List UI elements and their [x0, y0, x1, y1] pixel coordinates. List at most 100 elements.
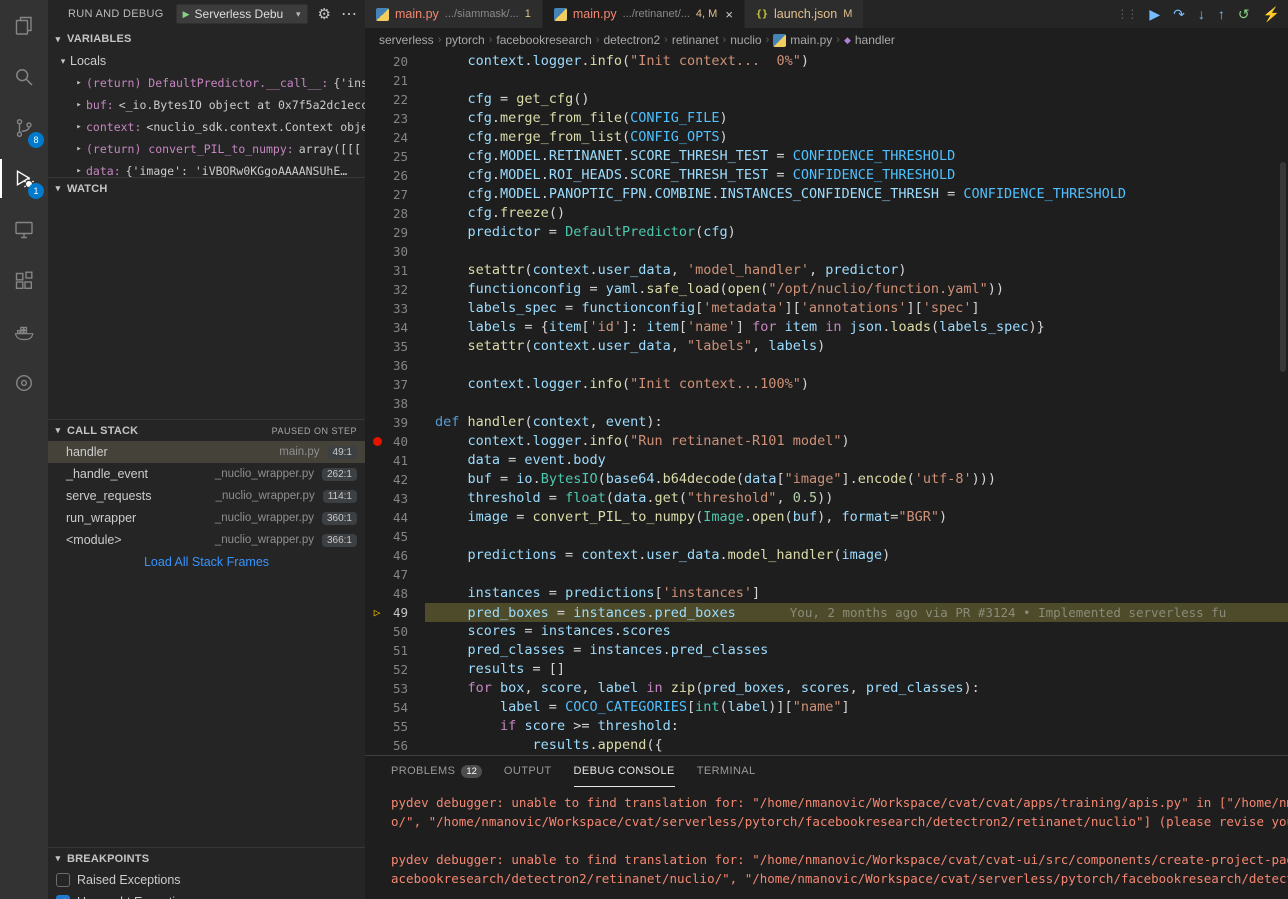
- code-line[interactable]: 28 cfg.freeze(): [365, 204, 1288, 223]
- code-line[interactable]: 53 for box, score, label in zip(pred_box…: [365, 679, 1288, 698]
- code-line[interactable]: 26 cfg.MODEL.ROI_HEADS.SCORE_THRESH_TEST…: [365, 166, 1288, 185]
- stack-frame-row[interactable]: handlermain.py49:1: [48, 441, 365, 463]
- restart-icon[interactable]: ↺: [1238, 7, 1250, 21]
- code-line[interactable]: 44 image = convert_PIL_to_numpy(Image.op…: [365, 508, 1288, 527]
- code-line[interactable]: 39def handler(context, event):: [365, 413, 1288, 432]
- code-line[interactable]: 55 if score >= threshold:: [365, 717, 1288, 736]
- code-token: .: [541, 148, 549, 164]
- variable-row[interactable]: ▸data:{'image': 'iVBORw0KGgoAAAANSUhE…: [48, 160, 365, 177]
- code-token: threshold: [598, 718, 671, 734]
- code-line[interactable]: 43 threshold = float(data.get("threshold…: [365, 489, 1288, 508]
- toolbar-drag-handle[interactable]: ⋮⋮: [1116, 7, 1136, 21]
- activity-item-live-share[interactable]: [0, 357, 48, 408]
- panel-tab-output[interactable]: OUTPUT: [504, 756, 552, 787]
- code-line[interactable]: 35 setattr(context.user_data, "labels", …: [365, 337, 1288, 356]
- breadcrumb-item-main-py[interactable]: main.py: [773, 33, 832, 47]
- launch-config-select[interactable]: ▶ Serverless Debu ▾: [176, 4, 308, 24]
- code-line[interactable]: 30: [365, 242, 1288, 261]
- breadcrumb-item-nuclio[interactable]: nuclio: [730, 33, 761, 47]
- code-line[interactable]: 54 label = COCO_CATEGORIES[int(label)]["…: [365, 698, 1288, 717]
- breakpoint-row[interactable]: Raised Exceptions: [48, 869, 365, 891]
- variable-row[interactable]: ▸(return) DefaultPredictor.__call__:{'in…: [48, 72, 365, 94]
- editor-tab-main-py[interactable]: main.py.../siammask/...1: [365, 0, 543, 28]
- editor-scrollbar[interactable]: [1278, 52, 1288, 755]
- breadcrumb-item-serverless[interactable]: serverless: [379, 33, 434, 47]
- breakpoint-row[interactable]: ✓Uncaught Exceptions: [48, 891, 365, 899]
- code-line[interactable]: 48 instances = predictions['instances']: [365, 584, 1288, 603]
- activity-item-extensions[interactable]: [0, 255, 48, 306]
- activity-item-docker[interactable]: [0, 306, 48, 357]
- stack-frame-row[interactable]: <module>_nuclio_wrapper.py366:1: [48, 529, 365, 551]
- code-line[interactable]: 21: [365, 71, 1288, 90]
- load-all-stack-frames-link[interactable]: Load All Stack Frames: [48, 555, 365, 569]
- panel-tab-debug-console[interactable]: DEBUG CONSOLE: [574, 756, 675, 787]
- code-editor[interactable]: 20 context.logger.info("Init context... …: [365, 52, 1288, 755]
- call-stack-section-header[interactable]: ▾ CALL STACK PAUSED ON STEP: [48, 419, 365, 441]
- code-line[interactable]: 40 context.logger.info("Run retinanet-R1…: [365, 432, 1288, 451]
- stack-frame-row[interactable]: serve_requests_nuclio_wrapper.py114:1: [48, 485, 365, 507]
- disconnect-icon[interactable]: ⚡: [1263, 7, 1280, 21]
- more-actions-icon[interactable]: ⋯: [341, 4, 357, 24]
- editor-tab-main-py[interactable]: main.py.../retinanet/...4, M×: [543, 0, 745, 28]
- code-line[interactable]: 23 cfg.merge_from_file(CONFIG_FILE): [365, 109, 1288, 128]
- step-over-icon[interactable]: ↷: [1173, 7, 1185, 21]
- activity-item-remote-explorer[interactable]: [0, 204, 48, 255]
- code-line[interactable]: 45: [365, 527, 1288, 546]
- code-line[interactable]: 27 cfg.MODEL.PANOPTIC_FPN.COMBINE.INSTAN…: [365, 185, 1288, 204]
- stack-frame-row[interactable]: _handle_event_nuclio_wrapper.py262:1: [48, 463, 365, 485]
- breadcrumb-item-retinanet[interactable]: retinanet: [672, 33, 719, 47]
- breakpoint-checkbox[interactable]: ✓: [56, 895, 70, 899]
- code-line[interactable]: 50 scores = instances.scores: [365, 622, 1288, 641]
- breakpoints-section-header[interactable]: ▾ BREAKPOINTS: [48, 847, 365, 869]
- code-line[interactable]: 56 results.append({: [365, 736, 1288, 755]
- panel-tab-problems[interactable]: PROBLEMS12: [391, 756, 482, 787]
- start-debugging-icon[interactable]: ▶: [183, 9, 190, 20]
- code-line[interactable]: 42 buf = io.BytesIO(base64.b64decode(dat…: [365, 470, 1288, 489]
- code-line[interactable]: 34 labels = {item['id']: item['name'] fo…: [365, 318, 1288, 337]
- close-icon[interactable]: ×: [725, 7, 733, 22]
- continue-icon[interactable]: ▶: [1149, 7, 1160, 21]
- code-line[interactable]: 25 cfg.MODEL.RETINANET.SCORE_THRESH_TEST…: [365, 147, 1288, 166]
- code-line[interactable]: 47: [365, 565, 1288, 584]
- code-line[interactable]: 33 labels_spec = functionconfig['metadat…: [365, 299, 1288, 318]
- watch-section-header[interactable]: ▾ WATCH: [48, 177, 365, 199]
- breadcrumb-item-handler[interactable]: ◆handler: [844, 33, 895, 47]
- code-line[interactable]: 24 cfg.merge_from_list(CONFIG_OPTS): [365, 128, 1288, 147]
- breadcrumb-item-detectron2[interactable]: detectron2: [603, 33, 660, 47]
- code-token: data: [468, 452, 501, 468]
- breadcrumb-item-facebookresearch[interactable]: facebookresearch: [496, 33, 591, 47]
- activity-item-source-control[interactable]: 8: [0, 102, 48, 153]
- scrollbar-thumb[interactable]: [1280, 162, 1286, 372]
- code-token: score: [524, 718, 565, 734]
- code-line[interactable]: 51 pred_classes = instances.pred_classes: [365, 641, 1288, 660]
- gear-icon[interactable]: ⚙: [318, 5, 331, 23]
- step-into-icon[interactable]: ↓: [1198, 7, 1205, 21]
- activity-item-run-and-debug[interactable]: 1: [0, 153, 48, 204]
- code-line[interactable]: 37 context.logger.info("Init context...1…: [365, 375, 1288, 394]
- code-line[interactable]: 52 results = []: [365, 660, 1288, 679]
- variable-row[interactable]: ▸(return) convert_PIL_to_numpy:array([[[…: [48, 138, 365, 160]
- variable-row[interactable]: ▸context:<nuclio_sdk.context.Context obj…: [48, 116, 365, 138]
- step-out-icon[interactable]: ↑: [1218, 7, 1225, 21]
- code-line[interactable]: 36: [365, 356, 1288, 375]
- code-line[interactable]: 29 predictor = DefaultPredictor(cfg): [365, 223, 1288, 242]
- editor-tab-launch-json[interactable]: {}launch.jsonM: [745, 0, 864, 28]
- variables-section-header[interactable]: ▾ VARIABLES: [48, 28, 365, 50]
- breakpoint-checkbox[interactable]: [56, 873, 70, 887]
- variable-row[interactable]: ▸buf:<_io.BytesIO object at 0x7f5a2dc1ec…: [48, 94, 365, 116]
- scope-locals[interactable]: ▾ Locals: [48, 50, 365, 72]
- code-line[interactable]: 46 predictions = context.user_data.model…: [365, 546, 1288, 565]
- code-line[interactable]: 38: [365, 394, 1288, 413]
- code-line[interactable]: 32 functionconfig = yaml.safe_load(open(…: [365, 280, 1288, 299]
- code-line[interactable]: 41 data = event.body: [365, 451, 1288, 470]
- breadcrumb-item-pytorch[interactable]: pytorch: [445, 33, 484, 47]
- code-line[interactable]: 31 setattr(context.user_data, 'model_han…: [365, 261, 1288, 280]
- activity-item-search[interactable]: [0, 51, 48, 102]
- code-line[interactable]: 22 cfg = get_cfg(): [365, 90, 1288, 109]
- activity-item-explorer[interactable]: [0, 0, 48, 51]
- stack-frame-row[interactable]: run_wrapper_nuclio_wrapper.py360:1: [48, 507, 365, 529]
- indent: [435, 300, 468, 316]
- panel-tab-terminal[interactable]: TERMINAL: [697, 756, 756, 787]
- code-line[interactable]: ▷49 pred_boxes = instances.pred_boxesYou…: [365, 603, 1288, 622]
- code-line[interactable]: 20 context.logger.info("Init context... …: [365, 52, 1288, 71]
